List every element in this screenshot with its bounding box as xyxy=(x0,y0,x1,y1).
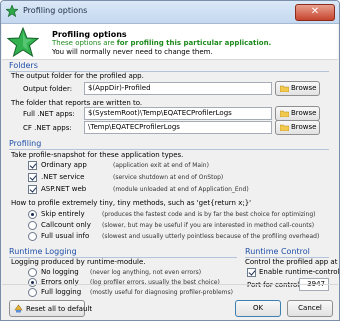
browse-label: Browse xyxy=(291,84,317,92)
output-folder-intro: The output folder for the profiled app. xyxy=(11,72,144,80)
ordinary-app-checkbox[interactable] xyxy=(28,161,37,170)
cf-net-input[interactable]: \Temp\EQATECProfilerLogs xyxy=(84,121,272,134)
full-net-label: Full .NET apps: xyxy=(23,110,75,118)
reset-icon xyxy=(14,304,23,313)
reset-label: Reset all to default xyxy=(26,305,93,313)
profiling-options-window: Profiling options ✕ Profiling options Th… xyxy=(0,0,340,321)
ordinary-app-desc: (application exit at end of Main) xyxy=(113,162,209,169)
full-usual-info-radio[interactable] xyxy=(28,232,37,241)
close-button[interactable]: ✕ xyxy=(295,4,335,21)
full-logging-radio[interactable] xyxy=(28,288,37,297)
folder-icon xyxy=(280,85,289,92)
header-note: You will normally never need to change t… xyxy=(52,48,213,56)
runtime-logging-intro: Logging produced by runtime-module. xyxy=(11,258,146,266)
runtime-control-intro: Control the profiled app at runtime. xyxy=(245,258,339,266)
runtime-logging-section-title: Runtime Logging xyxy=(9,247,77,256)
header-panel: Profiling options These options are for … xyxy=(2,24,338,60)
profiling-star-icon xyxy=(7,27,39,57)
browse-label: Browse xyxy=(291,123,317,131)
profiling-section-title: Profiling xyxy=(9,139,42,148)
profiling-divider xyxy=(9,149,329,150)
cancel-button[interactable]: Cancel xyxy=(287,300,333,317)
app-star-icon xyxy=(6,5,18,17)
skip-entirely-radio[interactable] xyxy=(28,210,37,219)
skip-entirely-label: Skip entirely xyxy=(41,210,85,218)
errors-only-radio[interactable] xyxy=(28,278,37,287)
full-net-browse-button[interactable]: Browse xyxy=(275,106,320,121)
header-subtitle-prefix: These options are xyxy=(52,39,117,47)
net-service-desc: (service shutdown at end of OnStop) xyxy=(113,174,224,181)
net-service-label: .NET service xyxy=(41,173,85,181)
net-service-checkbox[interactable] xyxy=(28,173,37,182)
full-logging-label: Full logging xyxy=(41,288,82,296)
runtime-control-section-title: Runtime Control xyxy=(245,247,310,256)
full-usual-info-label: Full usual info xyxy=(41,232,90,240)
footer-divider xyxy=(2,284,338,285)
ok-button[interactable]: OK xyxy=(235,300,281,317)
header-subtitle-bold: for profiling this particular applicatio… xyxy=(116,39,272,47)
reset-defaults-button[interactable]: Reset all to default xyxy=(9,300,92,317)
output-folder-input[interactable]: $(AppDir)-Profiled xyxy=(84,82,272,95)
callcount-only-desc: (slower, but may be useful if you are in… xyxy=(102,222,315,229)
title-bar[interactable]: Profiling options ✕ xyxy=(1,1,339,24)
header-subtitle: These options are for profiling this par… xyxy=(52,39,271,47)
ordinary-app-label: Ordinary app xyxy=(41,161,87,169)
tiny-methods-intro: How to profile extremely tiny, tiny meth… xyxy=(11,199,252,207)
port-label: Port for control: xyxy=(247,281,302,289)
folder-icon xyxy=(280,110,289,117)
window-title: Profiling options xyxy=(23,6,88,15)
no-logging-desc: (never log anything, not even errors) xyxy=(90,269,202,276)
full-usual-info-desc: (slowest and usually utterly pointless b… xyxy=(102,233,320,240)
enable-runtime-control-checkbox[interactable] xyxy=(247,268,256,277)
cf-net-label: CF .NET apps: xyxy=(23,124,72,132)
enable-runtime-control-label: Enable runtime-control xyxy=(259,268,340,276)
asp-net-desc: (module unloaded at end of Application_E… xyxy=(113,186,249,193)
folders-section-title: Folders xyxy=(9,61,38,70)
skip-entirely-desc: (produces the fastest code and is by far… xyxy=(102,211,316,218)
full-logging-desc: (mostly useful for diagnosing profiler-p… xyxy=(90,289,233,296)
browse-label: Browse xyxy=(291,109,317,117)
asp-net-label: ASP.NET web xyxy=(41,185,87,193)
callcount-only-radio[interactable] xyxy=(28,221,37,230)
no-logging-radio[interactable] xyxy=(28,268,37,277)
output-folder-label: Output folder: xyxy=(23,85,73,93)
folder-icon xyxy=(280,124,289,131)
no-logging-label: No logging xyxy=(41,268,79,276)
app-types-intro: Take profile-snapshot for these applicat… xyxy=(11,151,184,159)
callcount-only-label: Callcount only xyxy=(41,221,91,229)
reports-folder-intro: The folder that reports are written to. xyxy=(11,99,143,107)
asp-net-checkbox[interactable] xyxy=(28,185,37,194)
cf-net-browse-button[interactable]: Browse xyxy=(275,120,320,135)
output-browse-button[interactable]: Browse xyxy=(275,81,320,96)
header-title: Profiling options xyxy=(52,30,127,39)
full-net-input[interactable]: $(SystemRoot)\Temp\EQATECProfilerLogs xyxy=(84,107,272,120)
